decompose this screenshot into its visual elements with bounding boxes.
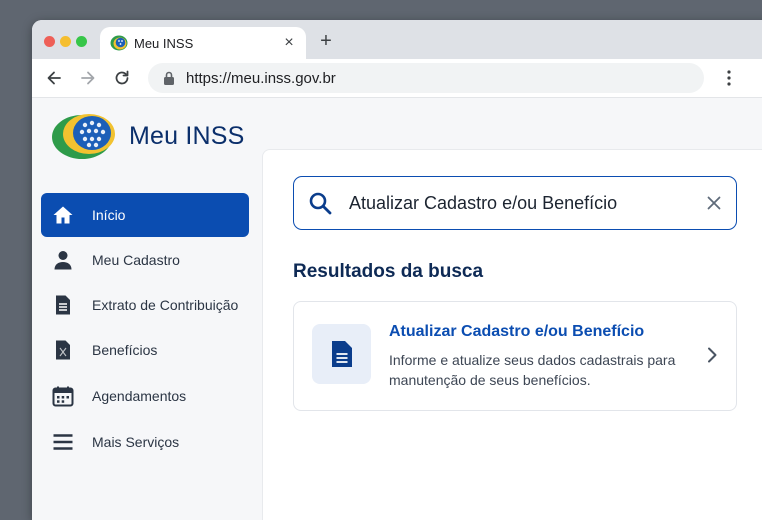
clear-search-icon[interactable] (706, 195, 722, 211)
address-bar[interactable]: https://meu.inss.gov.br (148, 63, 704, 93)
inss-logo-icon (52, 114, 115, 159)
sidebar-item-beneficios[interactable]: Benefícios (41, 328, 249, 372)
close-window-button[interactable] (44, 36, 55, 47)
reload-icon[interactable] (112, 68, 132, 88)
sidebar-item-inicio[interactable]: Início (41, 193, 249, 237)
sidebar-item-agendamentos[interactable]: Agendamentos (41, 374, 249, 418)
menu-icon (53, 434, 73, 450)
sidebar-item-label: Benefícios (92, 342, 158, 358)
minimize-window-button[interactable] (60, 36, 71, 47)
result-card[interactable]: Atualizar Cadastro e/ou Benefício Inform… (293, 301, 737, 411)
sidebar-item-label: Extrato de Contribuição (92, 297, 239, 313)
brand[interactable]: Meu INSS (52, 110, 262, 162)
search-icon (309, 192, 332, 215)
sidebar-item-label: Agendamentos (92, 388, 187, 404)
person-icon (54, 251, 72, 270)
tab-close-icon[interactable]: × (280, 34, 298, 52)
new-tab-button[interactable]: + (316, 31, 336, 51)
calendar-icon (52, 386, 74, 407)
main-content: Atualizar Cadastro e/ou Benefício Result… (262, 149, 762, 520)
browser-window: Meu INSS × + https://meu.inss.gov.br Meu… (32, 20, 762, 520)
brand-name: Meu INSS (129, 122, 245, 150)
page: Meu INSS Início Meu Cadastro Extrato de … (32, 98, 762, 520)
results-heading: Resultados da busca (293, 261, 484, 282)
result-description: Informe e atualize seus dados cadastrais… (389, 352, 676, 388)
tab-title: Meu INSS (134, 36, 194, 51)
forward-arrow-icon[interactable] (78, 68, 98, 88)
chevron-right-icon[interactable] (706, 346, 718, 364)
maximize-window-button[interactable] (76, 36, 87, 47)
sidebar-item-mais-servicos[interactable]: Mais Serviços (41, 420, 249, 464)
back-arrow-icon[interactable] (44, 68, 64, 88)
sidebar-item-label: Início (92, 207, 126, 223)
tab-bar: Meu INSS × + (32, 20, 762, 59)
more-options-icon[interactable] (722, 68, 736, 88)
sidebar-item-label: Mais Serviços (92, 434, 180, 450)
sidebar-item-label: Meu Cadastro (92, 252, 180, 268)
sidebar: Meu INSS Início Meu Cadastro Extrato de … (32, 98, 262, 520)
search-input[interactable]: Atualizar Cadastro e/ou Benefício (293, 176, 737, 230)
inss-favicon-icon (110, 35, 128, 51)
document-icon (56, 295, 70, 315)
sidebar-item-extrato[interactable]: Extrato de Contribuição (41, 283, 249, 327)
browser-toolbar: https://meu.inss.gov.br (32, 59, 762, 98)
sidebar-item-meu-cadastro[interactable]: Meu Cadastro (41, 238, 249, 282)
result-title: Atualizar Cadastro e/ou Benefício (389, 323, 645, 340)
lock-icon (164, 71, 174, 85)
url-text: https://meu.inss.gov.br (186, 70, 336, 87)
tab-meu-inss[interactable]: Meu INSS × (100, 27, 306, 59)
search-query: Atualizar Cadastro e/ou Benefício (349, 193, 618, 213)
result-icon-box (312, 324, 371, 384)
benefit-document-icon (56, 340, 70, 360)
home-icon (53, 206, 73, 224)
document-icon (332, 341, 352, 367)
